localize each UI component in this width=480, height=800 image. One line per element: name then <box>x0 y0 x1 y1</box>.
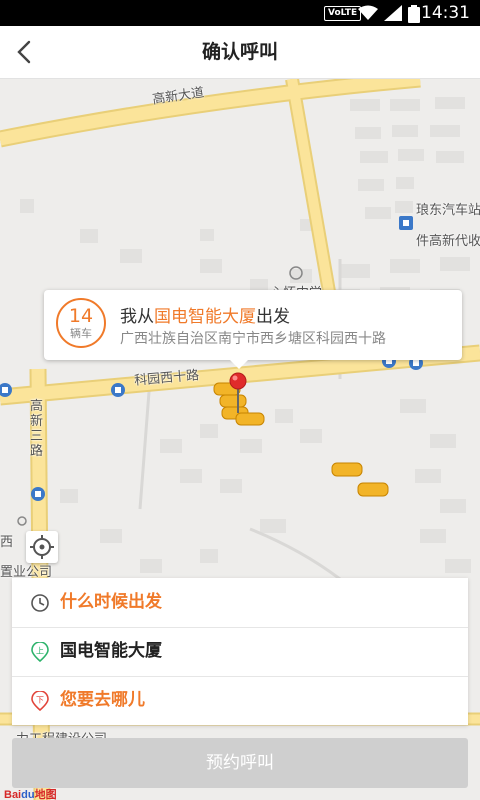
pickup-pin-icon: 上 <box>31 642 49 662</box>
page-title: 确认呼叫 <box>201 41 278 63</box>
baidu-logo-suffix: 地图 <box>34 789 57 800</box>
dropoff-pin-icon: 下 <box>31 691 49 711</box>
origin-address: 广西壮族自治区南宁市西乡塘区科园西十路 <box>120 331 386 347</box>
poi-label: 琅东汽车站 <box>416 203 480 218</box>
destination-label: 您要去哪儿 <box>60 690 145 710</box>
baidu-map-logo: Baidu地图 <box>4 786 57 800</box>
pickup-location-row[interactable]: 上 国电智能大厦 <box>12 627 468 676</box>
dropoff-badge-text: 下 <box>36 696 44 705</box>
wifi-icon <box>358 5 378 20</box>
car-count: 14 <box>68 305 94 327</box>
car-count-badge: 14 辆车 <box>56 298 106 348</box>
ride-form-panel: 什么时候出发 上 国电智能大厦 下 您要去哪儿 <box>12 578 468 725</box>
departure-time-row[interactable]: 什么时候出发 <box>12 578 468 627</box>
baidu-logo-paw: du <box>21 789 35 800</box>
departure-time-label: 什么时候出发 <box>60 592 162 612</box>
status-bar: VoLTE 14:31 <box>0 0 480 26</box>
volte-badge: VoLTE <box>324 6 362 21</box>
origin-suffix: 出发 <box>256 307 290 327</box>
header-bar: 确认呼叫 <box>0 26 480 79</box>
origin-info-bubble[interactable]: 14 辆车 我从国电智能大厦出发 广西壮族自治区南宁市西乡塘区科园西十路 <box>44 290 462 369</box>
poi-label: 西 <box>0 535 14 550</box>
baidu-logo-text: Bai <box>4 789 22 800</box>
origin-place: 国电智能大厦 <box>154 307 256 327</box>
locate-me-icon[interactable] <box>26 531 58 563</box>
bubble-tail <box>230 360 248 369</box>
clock-icon <box>31 594 49 612</box>
road-label: 高新三路 <box>30 399 44 459</box>
signal-icon <box>384 5 402 21</box>
confirm-call-button[interactable]: 预约呼叫 <box>12 738 468 788</box>
origin-headline: 我从国电智能大厦出发 <box>120 302 290 327</box>
clock-time: 14:31 <box>421 3 470 23</box>
destination-row[interactable]: 下 您要去哪儿 <box>12 676 468 725</box>
pickup-location-label: 国电智能大厦 <box>60 641 162 661</box>
battery-icon <box>408 5 420 23</box>
origin-prefix: 我从 <box>120 307 154 327</box>
poi-label: 件高新代收 <box>416 234 480 249</box>
car-count-unit: 辆车 <box>70 327 92 340</box>
pickup-badge-text: 上 <box>36 647 44 656</box>
